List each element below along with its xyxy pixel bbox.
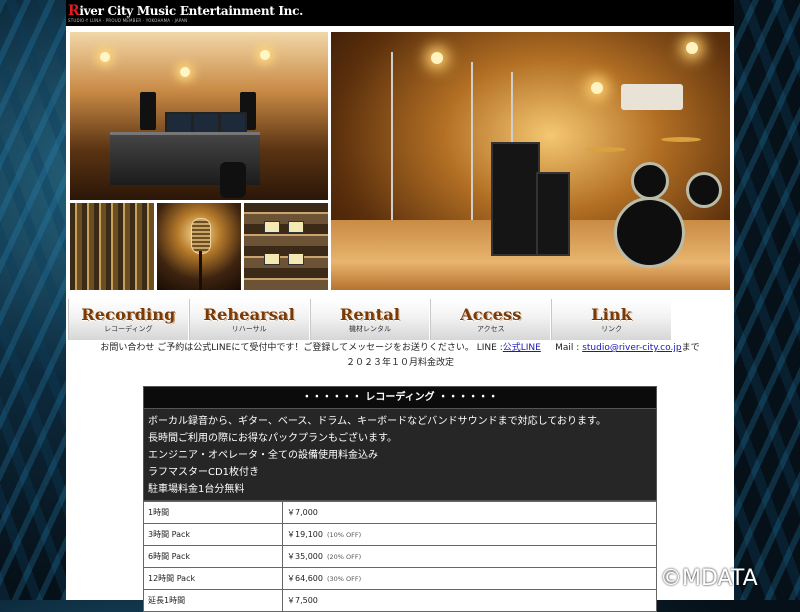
nav-link-sublabel: リンク — [601, 325, 623, 333]
recording-price-section: ・・・・・・ レコーディング ・・・・・・ ボーカル録音から、ギター、ベース、ド… — [143, 386, 657, 612]
nav-access[interactable]: Access アクセス — [430, 299, 551, 340]
rehearsal-room-photo — [331, 32, 730, 290]
main-navigation: Recording レコーディング Rehearsal リハーサル Rental… — [68, 299, 672, 340]
mail-link[interactable]: studio@river-city.co.jp — [582, 343, 681, 353]
nav-rental-sublabel: 機材レンタル — [348, 325, 391, 333]
table-row: 1時間 ￥7,000 — [143, 501, 657, 524]
plan-price: ￥19,100 (10% OFF) — [282, 523, 657, 546]
studio-photo-gallery — [70, 32, 730, 290]
plan-price: ￥7,000 — [282, 501, 657, 524]
nav-rental[interactable]: Rental 機材レンタル — [309, 299, 430, 340]
outboard-gear-photo — [244, 203, 328, 290]
mixing-console-photo — [70, 203, 154, 290]
table-row: 6時間 Pack ￥35,000 (20% OFF) — [143, 545, 657, 568]
nav-rehearsal-sublabel: リハーサル — [231, 325, 267, 333]
nav-recording-label: Recording — [81, 305, 176, 324]
plan-price: ￥7,500 — [282, 589, 657, 612]
nav-access-label: Access — [460, 305, 522, 324]
control-room-photo — [70, 32, 328, 200]
nav-access-sublabel: アクセス — [476, 325, 505, 333]
site-header: River City Music Entertainment Inc. STUD… — [66, 0, 734, 26]
microphone-photo — [157, 203, 241, 290]
notice-suffix: まで — [681, 343, 700, 353]
nav-rehearsal-label: Rehearsal — [203, 305, 295, 324]
section-title: ・・・・・・ レコーディング ・・・・・・ — [143, 386, 657, 409]
nav-recording-sublabel: レコーディング — [104, 325, 153, 333]
table-row: 12時間 Pack ￥64,600 (30% OFF) — [143, 567, 657, 590]
description-line: ラフマスターCD1枚付き — [148, 467, 260, 478]
copyright-watermark: ©MDATA — [660, 566, 758, 591]
plan-price: ￥35,000 (20% OFF) — [282, 545, 657, 568]
description-line: エンジニア・オペレータ・全ての設備使用料金込み — [148, 450, 378, 461]
nav-recording[interactable]: Recording レコーディング — [68, 299, 188, 340]
line-link[interactable]: 公式LINE — [503, 343, 541, 353]
section-description: ボーカル録音から、ギター、ベース、ドラム、キーボードなどバンドサウンドまで対応し… — [143, 409, 657, 501]
price-revision-note: ２０２３年１０月料金改定 — [345, 358, 454, 368]
plan-price: ￥64,600 (30% OFF) — [282, 567, 657, 590]
site-logo[interactable]: River City Music Entertainment Inc. — [68, 3, 303, 19]
table-row: 3時間 Pack ￥19,100 (10% OFF) — [143, 523, 657, 546]
price-table: 1時間 ￥7,000 3時間 Pack ￥19,100 (10% OFF) 6時間… — [143, 501, 657, 612]
nav-link[interactable]: Link リンク — [551, 299, 671, 340]
page-container: River City Music Entertainment Inc. STUD… — [66, 0, 734, 612]
notice-text: お問い合わせ ご予約は公式LINEにて受付中です！ご登録してメッセージをお送りく… — [100, 343, 503, 353]
description-line: 駐車場料金1台分無料 — [148, 484, 245, 495]
plan-name: 6時間 Pack — [143, 545, 283, 568]
description-line: ボーカル録音から、ギター、ベース、ドラム、キーボードなどバンドサウンドまで対応し… — [148, 416, 606, 427]
table-row: 延長1時間 ￥7,500 — [143, 589, 657, 612]
plan-name: 1時間 — [143, 501, 283, 524]
description-line: 長時間ご利用の際にお得なパックプランもございます。 — [148, 433, 397, 444]
plan-name: 12時間 Pack — [143, 567, 283, 590]
nav-link-label: Link — [591, 305, 633, 324]
contact-notice: お問い合わせ ご予約は公式LINEにて受付中です！ご登録してメッセージをお送りく… — [66, 341, 734, 371]
plan-name: 3時間 Pack — [143, 523, 283, 546]
nav-rehearsal[interactable]: Rehearsal リハーサル — [188, 299, 309, 340]
plan-name: 延長1時間 — [143, 589, 283, 612]
mail-label: Mail : — [555, 343, 580, 353]
logo-tagline: STUDIO-Y LUNA · PROUD MEMBER · YOKOHAMA … — [68, 18, 188, 23]
nav-rental-label: Rental — [339, 305, 401, 324]
